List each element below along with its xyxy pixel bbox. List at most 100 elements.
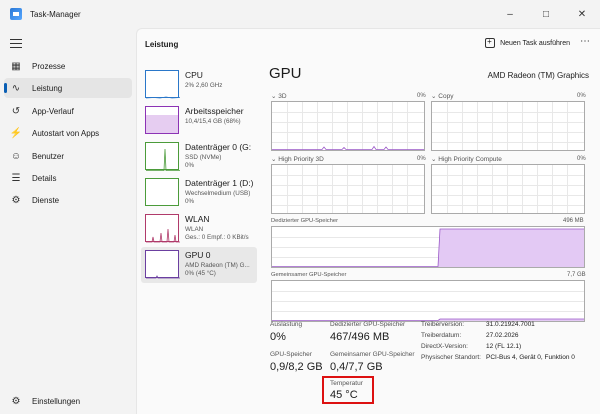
device-item-memory[interactable]: Arbeitsspeicher 10,4/15,4 GB (68%) [141,103,257,137]
more-options-button[interactable]: ⋯ [580,36,590,47]
device-item-wlan[interactable]: WLAN WLAN Ges.: 0 Empf.: 0 KBit/s [141,211,257,245]
device-item-disk-1[interactable]: Datenträger 1 (D:) Wechselmedium (USB) 0… [141,175,257,209]
dedicated-memory-stat-label: Dedizierter GPU-Speicher [330,321,406,328]
graph-label-3d: ⌄ 3D [271,93,287,100]
performance-icon: ∿ [11,82,21,94]
graph-hp3d [271,164,425,214]
sidebar-item-performance[interactable]: ∿ Leistung [4,78,132,98]
device-name: Datenträger 0 (G: [185,142,252,152]
processes-icon: ▦ [11,60,21,72]
startup-icon: ⚡ [9,127,23,139]
sidebar-item-label: Benutzer [32,151,65,161]
window-controls: – □ ✕ [492,0,600,28]
dedicated-memory-label: Dedizierter GPU-Speicher [271,218,339,224]
new-task-label: Neuen Task ausführen [500,39,570,47]
minimize-button[interactable]: – [492,0,528,28]
sidebar-item-services[interactable]: ⚙ Dienste [4,190,132,210]
cpu-thumbnail-graph [145,70,181,99]
device-subtext: Ges.: 0 Empf.: 0 KBit/s [185,234,249,241]
sidebar-item-users[interactable]: ☺ Benutzer [4,146,132,166]
hamburger-menu-icon[interactable] [10,39,22,48]
memory-thumbnail-graph [145,106,179,134]
utilization-label: Auslastung [270,321,303,328]
disk1-thumbnail-graph [145,178,179,206]
services-icon: ⚙ [11,194,21,206]
sidebar-item-label: Details [32,173,57,183]
temperature-label: Temperatur [330,380,363,387]
device-item-gpu-0[interactable]: GPU 0 AMD Radeon (TM) G... 0% (45 °C) [141,247,257,283]
device-subtext: 0% [185,162,195,169]
device-name: Datenträger 1 (D:) [185,178,254,188]
sidebar-item-settings[interactable]: ⚙ Einstellungen [4,392,132,410]
sidebar: ▦ Prozesse ∿ Leistung ↺ App-Verlauf ⚡ Au… [0,28,136,414]
sidebar-item-label: Einstellungen [32,396,81,406]
device-item-cpu[interactable]: CPU 2% 2,60 GHz [141,67,257,101]
graph-label-copy: ⌄ Copy [431,93,454,100]
driver-version-value: 31.0.21924.7001 [486,321,535,328]
temperature-value: 45 °C [330,389,358,401]
sidebar-item-label: Dienste [32,195,60,205]
gpu-memory-label: GPU-Speicher [270,351,312,358]
physical-location-key: Physischer Standort: [421,354,481,361]
gpu-memory-value: 0,9/8,2 GB [270,361,323,373]
sidebar-item-app-history[interactable]: ↺ App-Verlauf [4,101,132,121]
details-icon: ☰ [11,172,21,184]
graph-pct-hp3d: 0% [417,156,426,162]
maximize-button[interactable]: □ [528,0,564,28]
driver-version-key: Treiberversion: [421,321,465,328]
shared-memory-max: 7,7 GB [567,272,586,278]
physical-location-value: PCI-Bus 4, Gerät 0, Funktion 0 [486,354,575,361]
shared-memory-label: Gemeinsamer GPU-Speicher [271,272,347,278]
shared-memory-stat-label: Gemeinsamer GPU-Speicher [330,351,415,358]
device-subtext: 0% (45 °C) [185,270,216,277]
history-icon: ↺ [11,105,21,117]
graph-hpcompute [431,164,585,214]
dedicated-memory-stat-value: 467/496 MB [330,331,390,343]
graph-pct-hpcompute: 0% [577,156,586,162]
close-button[interactable]: ✕ [564,0,600,28]
driver-date-key: Treiberdatum: [421,332,462,339]
graph-3d [271,101,425,151]
device-subtext: 2% 2,60 GHz [185,82,223,89]
directx-version-key: DirectX-Version: [421,343,468,350]
shared-memory-graph [271,280,585,322]
window-title: Task-Manager [30,9,81,19]
new-task-icon [485,37,496,48]
driver-date-value: 27.02.2026 [486,332,519,339]
utilization-value: 0% [270,331,286,343]
device-subtext: WLAN [185,226,204,233]
device-subtext: Wechselmedium (USB) [185,190,251,197]
wlan-thumbnail-graph [145,214,180,243]
graph-pct-copy: 0% [577,93,586,99]
sidebar-item-label: Prozesse [32,61,66,71]
dedicated-memory-max: 496 MB [563,218,584,224]
device-subtext: 10,4/15,4 GB (68%) [185,118,241,125]
gpu-model-name: AMD Radeon (TM) Graphics [487,71,589,80]
graph-label-hpcompute: ⌄ High Priority Compute [431,156,502,163]
new-task-button[interactable]: Neuen Task ausführen [485,37,570,48]
device-item-disk-0[interactable]: Datenträger 0 (G: SSD (NVMe) 0% [141,139,257,173]
task-manager-icon [10,8,22,20]
dedicated-memory-graph [271,226,585,268]
graph-pct-3d: 0% [417,93,426,99]
sidebar-item-details[interactable]: ☰ Details [4,168,132,188]
sidebar-item-label: App-Verlauf [32,106,74,116]
device-name: GPU 0 [185,250,211,260]
sidebar-item-label: Autostart von Apps [32,128,100,138]
users-icon: ☺ [10,150,22,162]
gpu-thumbnail-graph [145,250,180,279]
shared-memory-stat-value: 0,4/7,7 GB [330,361,383,373]
page-title: Leistung [145,40,179,49]
device-name: WLAN [185,214,210,224]
directx-version-value: 12 (FL 12.1) [486,343,522,350]
device-name: Arbeitsspeicher [185,106,244,116]
disk0-thumbnail-graph [145,142,180,171]
sidebar-item-label: Leistung [32,83,63,93]
sidebar-item-processes[interactable]: ▦ Prozesse [4,56,132,76]
title-bar: Task-Manager – □ ✕ [0,0,600,28]
device-subtext: AMD Radeon (TM) G... [185,262,250,269]
graph-copy [431,101,585,151]
sidebar-item-startup[interactable]: ⚡ Autostart von Apps [4,123,132,143]
gpu-title: GPU [269,65,302,82]
device-subtext: SSD (NVMe) [185,154,222,161]
